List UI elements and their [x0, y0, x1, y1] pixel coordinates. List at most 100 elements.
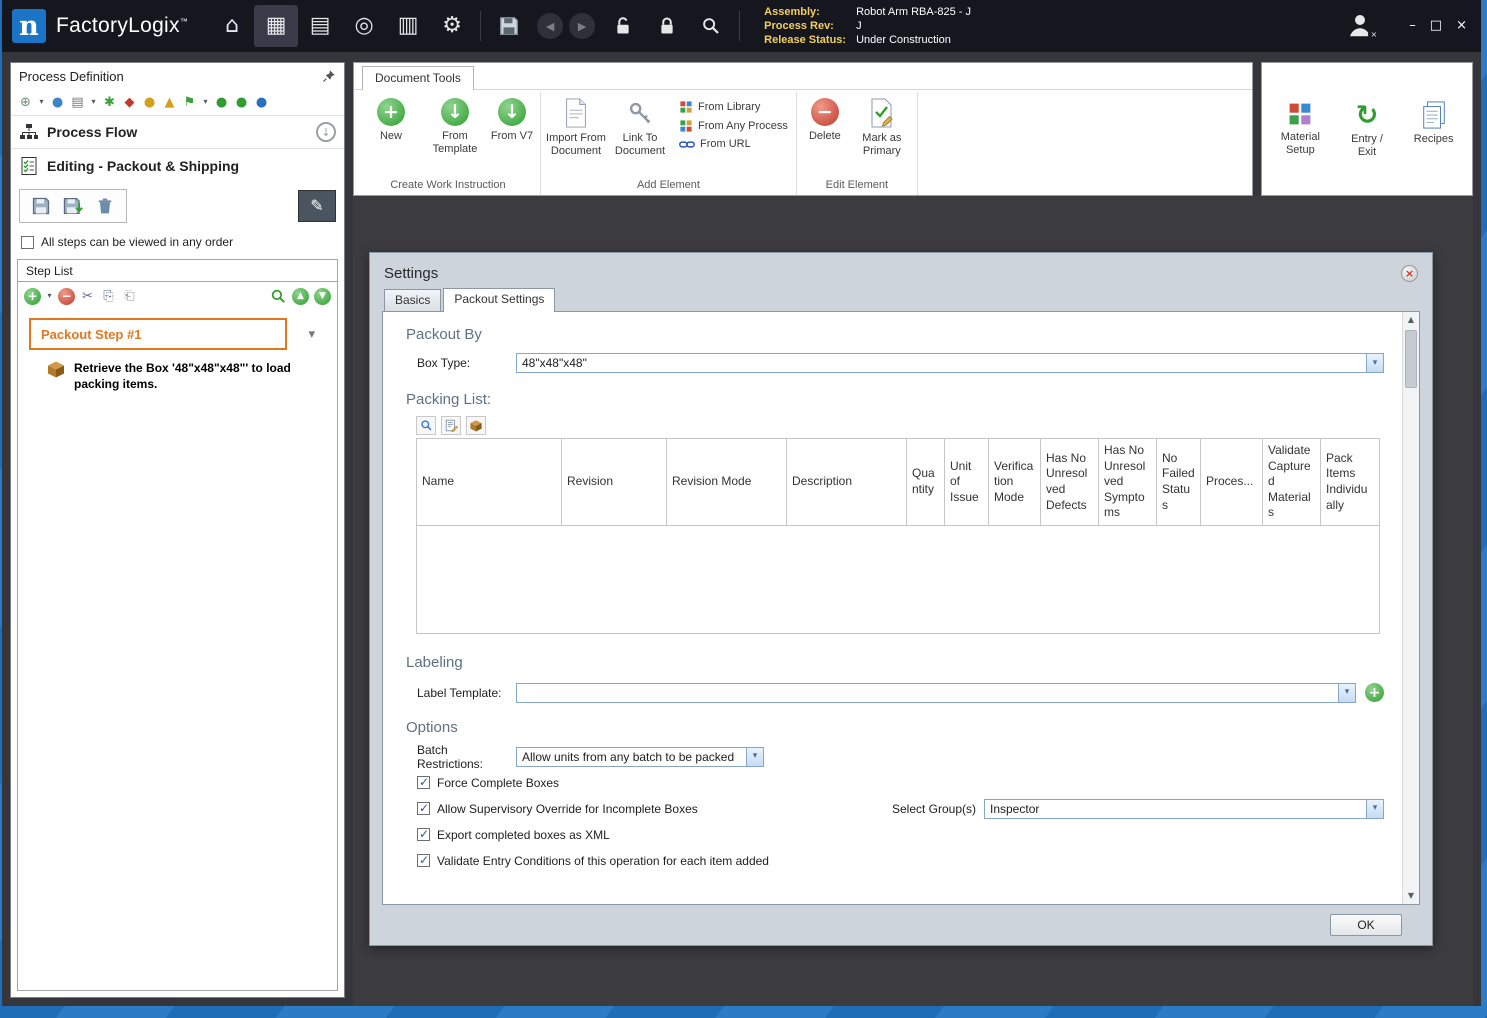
collapse-section-icon[interactable]: ↓	[316, 122, 336, 142]
force-complete-boxes-checkbox[interactable]	[417, 775, 430, 790]
copy-icon[interactable]: ⎘	[100, 288, 117, 305]
edit-work-instruction-button[interactable]: ✎	[298, 190, 336, 222]
save-icon[interactable]	[487, 5, 531, 47]
forward-icon[interactable]: ▶	[569, 13, 596, 39]
print-caret-icon[interactable]: ▾	[89, 94, 98, 111]
column-header[interactable]: Verification Mode	[988, 438, 1041, 526]
test-icon[interactable]: ✱	[101, 94, 118, 111]
tab-packout-settings[interactable]: Packout Settings	[443, 288, 556, 312]
back-icon[interactable]: ◀	[537, 13, 564, 39]
move-step-down-icon[interactable]: ▼	[314, 287, 331, 305]
globe-icon[interactable]: ●	[49, 94, 66, 111]
tab-basics[interactable]: Basics	[384, 289, 442, 311]
delete-step-icon[interactable]	[92, 194, 118, 218]
navigator-icon[interactable]: ◎	[342, 5, 386, 47]
tab-document-tools[interactable]: Document Tools	[362, 66, 474, 90]
link-to-document-button[interactable]: Link To Document	[609, 94, 671, 158]
batch-restrictions-dropdown[interactable]: Allow units from any batch to be packed …	[516, 746, 764, 767]
export-xml-checkbox[interactable]	[417, 827, 430, 842]
import-step-icon[interactable]	[60, 194, 86, 218]
dialog-close-icon[interactable]: ×	[1401, 264, 1418, 282]
remove-step-icon[interactable]: −	[58, 287, 75, 305]
packing-list-empty-body[interactable]	[416, 525, 1380, 634]
process-flow-row[interactable]: Process Flow ↓	[11, 115, 344, 148]
settings-gear-icon[interactable]: ⚙	[430, 5, 474, 47]
user-icon[interactable]: ●	[141, 94, 158, 111]
from-v7-button[interactable]: ↓ From V7	[488, 94, 536, 143]
step-description-row[interactable]: Retrieve the Box '48"x48"x48"' to load p…	[46, 360, 327, 392]
column-header[interactable]: Proces...	[1200, 438, 1263, 526]
cut-icon[interactable]: ✂	[79, 288, 96, 305]
dropdown-arrow-icon[interactable]: ▾	[1366, 799, 1383, 818]
material-setup-button[interactable]: Material Setup	[1274, 97, 1327, 157]
dropdown-arrow-icon[interactable]: ▾	[1366, 354, 1383, 372]
add-caret-icon[interactable]: ▾	[37, 94, 46, 111]
box-type-dropdown[interactable]: 48"x48"x48" ▾	[516, 353, 1384, 373]
minimize-button[interactable]: –	[1409, 19, 1416, 32]
add-label-template-button[interactable]: +	[1365, 683, 1384, 703]
ok-button[interactable]: OK	[1330, 914, 1402, 936]
add-icon[interactable]: ⊕	[17, 94, 34, 111]
dropdown-arrow-icon[interactable]: ▾	[1338, 683, 1355, 702]
publish-icon[interactable]: ⚑	[181, 94, 198, 111]
add-step-caret-icon[interactable]: ▾	[45, 288, 54, 305]
step-chevron-icon[interactable]: ▾	[308, 328, 315, 341]
dialog-scrollbar[interactable]: ▲ ▼	[1402, 312, 1419, 904]
paste-icon[interactable]: ⎗	[121, 288, 138, 305]
home-icon[interactable]: ⌂	[210, 5, 254, 47]
column-header[interactable]: Description	[786, 438, 907, 526]
label-template-dropdown[interactable]: ▾	[516, 682, 1356, 703]
wizard-icon[interactable]: ▲	[161, 94, 178, 111]
scrollbar-thumb[interactable]	[1405, 330, 1417, 388]
column-header[interactable]: Name	[416, 438, 562, 526]
start-icon[interactable]: ●	[213, 94, 230, 111]
column-header[interactable]: Quantity	[906, 438, 945, 526]
publish-caret-icon[interactable]: ▾	[201, 94, 210, 111]
new-button[interactable]: + New	[360, 94, 422, 143]
user-account-icon[interactable]: ×	[1345, 10, 1380, 40]
delete-element-button[interactable]: − Delete	[801, 94, 849, 143]
from-template-button[interactable]: ↓ From Template	[424, 94, 486, 156]
search-tool-icon[interactable]	[689, 5, 733, 47]
view-order-checkbox[interactable]	[21, 235, 34, 249]
unlock-icon[interactable]	[601, 5, 645, 47]
pin-icon[interactable]	[322, 69, 336, 83]
scroll-down-icon[interactable]: ▼	[1403, 888, 1419, 904]
save-step-icon[interactable]	[28, 194, 54, 218]
close-button[interactable]: ×	[1456, 19, 1467, 32]
column-header[interactable]: Has No Unresolved Symptoms	[1098, 438, 1157, 526]
entry-exit-button[interactable]: ↻ Entry / Exit	[1341, 97, 1394, 159]
supervisory-override-checkbox[interactable]	[417, 801, 430, 816]
maximize-button[interactable]: □	[1430, 19, 1442, 32]
news-icon[interactable]: ▥	[386, 5, 430, 47]
users-icon[interactable]: ◆	[121, 94, 138, 111]
zoom-steps-icon[interactable]	[270, 288, 287, 305]
column-header[interactable]: Revision	[561, 438, 667, 526]
from-any-process-button[interactable]: From Any Process	[679, 119, 788, 133]
print-icon[interactable]: ▤	[69, 94, 86, 111]
column-header[interactable]: Unit of Issue	[944, 438, 989, 526]
step-item-packout-step-1[interactable]: Packout Step #1	[29, 318, 287, 350]
add-step-icon[interactable]: +	[24, 287, 41, 305]
validate-entry-checkbox[interactable]	[417, 853, 430, 868]
column-header[interactable]: No Failed Status	[1156, 438, 1201, 526]
edit-list-icon[interactable]	[441, 416, 461, 435]
export-box-icon[interactable]	[466, 416, 486, 435]
process-definition-icon[interactable]: ▦	[254, 5, 299, 47]
column-header[interactable]: Pack Items Individually	[1320, 438, 1380, 526]
scroll-up-icon[interactable]: ▲	[1403, 312, 1419, 328]
recipes-button[interactable]: Recipes	[1407, 97, 1460, 146]
select-group-dropdown[interactable]: Inspector ▾	[984, 798, 1384, 819]
column-header[interactable]: Has No Unresolved Defects	[1040, 438, 1099, 526]
from-url-button[interactable]: From URL	[679, 138, 788, 150]
stop-icon[interactable]: ●	[233, 94, 250, 111]
mark-as-primary-button[interactable]: Mark as Primary	[851, 94, 913, 158]
move-step-up-icon[interactable]: ▲	[292, 287, 309, 305]
column-header[interactable]: Validate Captured Materials	[1262, 438, 1321, 526]
dropdown-arrow-icon[interactable]: ▾	[746, 747, 763, 766]
record-icon[interactable]: ●	[253, 94, 270, 111]
import-from-document-button[interactable]: Import From Document	[545, 94, 607, 158]
from-library-button[interactable]: From Library	[679, 100, 788, 114]
documents-icon[interactable]: ▤	[298, 5, 342, 47]
lock-icon[interactable]	[645, 5, 689, 47]
